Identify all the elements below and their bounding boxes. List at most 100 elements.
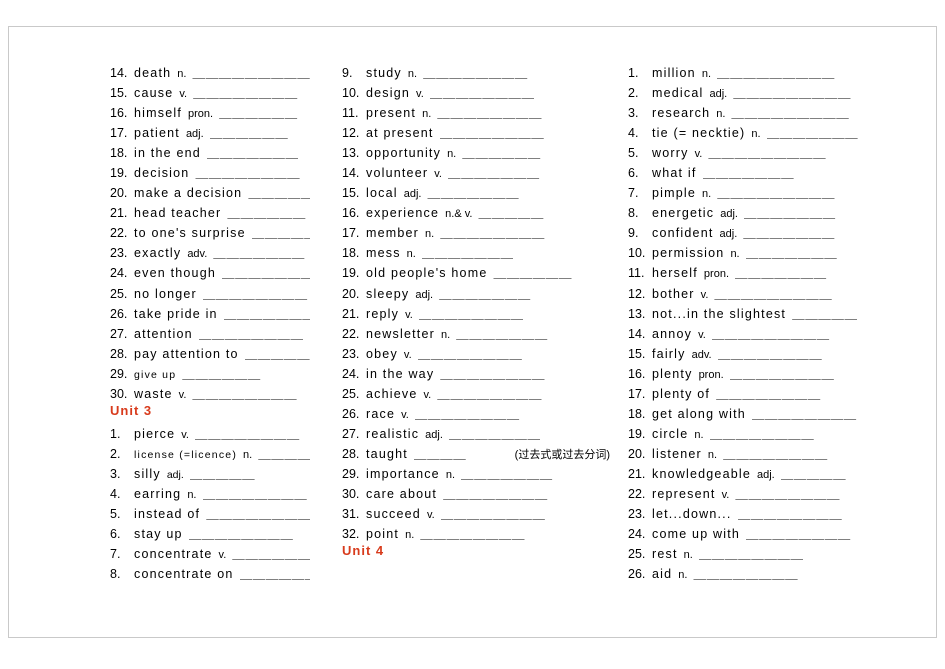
entry-word: mess [366, 246, 401, 261]
entry-answer-blank[interactable]: ＿＿＿＿＿＿＿ [213, 242, 310, 261]
entry-answer-blank[interactable]: ＿＿＿＿＿＿＿ [743, 222, 934, 241]
entry-part-of-speech: v. [416, 88, 424, 101]
entry-answer-blank[interactable]: ＿＿＿＿＿＿ [245, 343, 310, 362]
entry-number: 11. [342, 106, 359, 121]
entry-answer-blank[interactable]: ＿＿＿＿＿＿＿＿ [716, 383, 934, 402]
entry-number: 3. [110, 466, 121, 481]
entry-answer-blank[interactable]: ＿＿＿＿＿＿＿＿＿ [192, 62, 310, 81]
entry-number: 23. [342, 346, 360, 361]
entry-answer-blank[interactable]: ＿＿＿＿＿＿＿＿ [195, 423, 310, 442]
entry-answer-blank[interactable]: ＿＿＿＿＿＿＿ [767, 122, 934, 141]
entry-answer-blank[interactable]: ＿＿＿＿＿＿＿ [207, 142, 310, 161]
entry-answer-blank[interactable]: ＿＿＿＿＿＿＿＿＿ [717, 182, 934, 201]
entry-word: get along with [652, 406, 746, 421]
entry-answer-blank[interactable]: ＿＿＿＿＿＿＿＿ [189, 523, 310, 542]
entry-answer-blank[interactable]: ＿＿＿＿＿＿＿＿＿ [731, 102, 934, 121]
entry-answer-blank[interactable]: ＿＿＿＿＿＿＿＿＿ [708, 142, 934, 161]
vocab-entry: 15. local adj. ＿＿＿＿＿＿＿ [342, 182, 610, 202]
entry-answer-blank[interactable]: ＿＿＿＿＿＿＿ [703, 162, 934, 181]
entry-answer-blank[interactable]: ＿＿＿＿＿＿＿＿ [192, 383, 310, 402]
entry-answer-blank[interactable]: ＿＿＿＿＿＿＿＿ [699, 543, 934, 562]
entry-answer-blank[interactable]: ＿＿＿＿＿＿＿＿ [203, 283, 310, 302]
entry-answer-blank[interactable]: ＿＿＿＿＿＿＿＿ [430, 82, 610, 101]
entry-answer-blank[interactable]: ＿＿＿＿＿ [792, 303, 934, 322]
entry-part-of-speech: v. [405, 308, 413, 321]
entry-answer-blank[interactable]: ＿＿＿＿＿＿＿＿ [199, 323, 310, 342]
entry-answer-blank[interactable]: ＿＿＿＿＿＿ [227, 202, 310, 221]
entry-answer-blank[interactable]: ＿＿＿＿＿＿＿＿ [437, 383, 610, 402]
entry-answer-blank[interactable]: ＿＿＿＿＿＿ [182, 363, 310, 382]
vocab-entry: 13. opportunity n. ＿＿＿＿＿＿ [342, 142, 610, 162]
entry-answer-blank[interactable]: ＿＿＿＿＿＿＿＿ [423, 62, 610, 81]
entry-answer-blank[interactable]: ＿＿＿＿＿＿＿ [439, 283, 610, 302]
entry-answer-blank[interactable]: ＿＿＿＿＿＿＿＿ [730, 363, 934, 382]
entry-answer-blank[interactable]: ＿＿＿＿＿＿＿ [449, 423, 610, 442]
entry-answer-blank[interactable]: ＿＿＿＿＿＿＿＿ [440, 122, 610, 141]
entry-answer-blank[interactable]: ＿＿＿＿＿＿＿＿＿ [733, 82, 934, 101]
entry-answer-blank[interactable]: ＿＿＿＿＿＿＿＿ [441, 503, 610, 522]
entry-answer-blank[interactable]: ＿＿＿＿＿＿＿ [461, 463, 610, 482]
entry-answer-blank[interactable]: ＿＿＿＿＿＿ [462, 142, 610, 161]
entry-answer-blank[interactable]: ＿＿＿＿＿＿ [219, 102, 310, 121]
entry-answer-blank[interactable]: ＿＿＿＿＿＿ [493, 262, 610, 281]
vocab-entry: 9. study n. ＿＿＿＿＿＿＿＿ [342, 62, 610, 82]
entry-number: 2. [628, 86, 639, 101]
entry-answer-blank[interactable]: ＿＿＿＿ [414, 443, 515, 462]
entry-answer-blank[interactable]: ＿＿＿＿＿ [248, 182, 310, 201]
entry-answer-blank[interactable]: ＿＿＿＿＿＿＿ [422, 242, 610, 261]
entry-number: 20. [110, 186, 128, 201]
entry-answer-blank[interactable]: ＿＿＿＿＿＿＿ [448, 162, 610, 181]
entry-answer-blank[interactable]: ＿＿＿＿＿ [258, 443, 310, 462]
entry-number: 27. [342, 426, 360, 441]
entry-answer-blank[interactable]: ＿＿＿＿＿＿＿＿ [437, 102, 610, 121]
vocab-entry: 25. no longer ＿＿＿＿＿＿＿＿ [110, 283, 310, 303]
vocab-entry: 28. taught ＿＿＿＿ (过去式或过去分词) [342, 443, 610, 463]
entry-answer-blank[interactable]: ＿＿＿＿＿＿＿＿＿ [714, 283, 934, 302]
entry-answer-blank[interactable]: ＿＿＿＿＿＿＿ [735, 262, 934, 281]
entry-answer-blank[interactable]: ＿＿＿＿＿＿＿＿ [224, 303, 310, 322]
entry-answer-blank[interactable]: ＿＿＿＿＿＿＿＿＿ [717, 62, 934, 81]
entry-word: not...in the slightest [652, 306, 787, 321]
entry-answer-blank[interactable]: ＿＿＿＿＿＿＿ [744, 202, 934, 221]
entry-answer-blank[interactable]: ＿＿＿＿＿＿ [210, 122, 310, 141]
entry-part-of-speech: n.& v. [445, 208, 473, 221]
entry-answer-blank[interactable]: ＿＿＿＿＿＿＿＿ [415, 403, 610, 422]
entry-answer-blank[interactable]: ＿＿＿＿＿＿＿＿ [718, 343, 934, 362]
vocab-entry: 7. concentrate v. ＿＿＿＿＿＿ [110, 543, 310, 563]
entry-answer-blank[interactable]: ＿＿＿＿＿＿＿＿ [193, 82, 310, 101]
entry-answer-blank[interactable]: ＿＿＿＿＿＿＿＿ [710, 423, 934, 442]
entry-answer-blank[interactable]: ＿＿＿＿＿＿＿＿ [443, 483, 610, 502]
entry-word: to one's surprise [134, 226, 246, 241]
entry-answer-blank[interactable]: ＿＿＿＿＿＿ [232, 543, 310, 562]
entry-answer-blank[interactable]: ＿＿＿＿＿＿＿＿ [440, 363, 610, 382]
entry-answer-blank[interactable]: ＿＿＿＿＿＿＿＿ [222, 262, 310, 281]
entry-number: 30. [342, 486, 360, 501]
entry-answer-blank[interactable]: ＿＿＿＿＿＿＿＿ [203, 483, 311, 502]
entry-word: at present [366, 126, 434, 141]
entry-answer-blank[interactable]: ＿＿＿＿＿ [781, 463, 934, 482]
entry-answer-blank[interactable]: ＿＿＿＿＿＿＿＿ [735, 483, 934, 502]
entry-answer-blank[interactable]: ＿＿＿＿＿＿＿＿ [419, 303, 610, 322]
entry-answer-blank[interactable]: ＿＿＿＿＿＿＿＿ [206, 503, 310, 522]
entry-answer-blank[interactable]: ＿＿＿＿＿＿＿ [456, 323, 610, 342]
vocab-entry: 1. pierce v. ＿＿＿＿＿＿＿＿ [110, 423, 310, 443]
entry-word: confident [652, 226, 714, 241]
entry-answer-blank[interactable]: ＿＿＿＿＿＿＿＿ [752, 403, 934, 422]
entry-answer-blank[interactable]: ＿＿＿＿＿＿＿＿ [440, 222, 610, 241]
entry-answer-blank[interactable]: ＿＿＿＿＿ [478, 202, 610, 221]
entry-answer-blank[interactable]: ＿＿＿＿＿＿＿＿ [420, 523, 610, 542]
entry-answer-blank[interactable]: ＿＿＿＿＿＿＿＿ [746, 523, 934, 542]
entry-answer-blank[interactable]: ＿＿＿＿＿＿＿＿ [240, 563, 311, 582]
vocab-entry: 4. tie (= necktie) n. ＿＿＿＿＿＿＿ [628, 122, 934, 142]
entry-answer-blank[interactable]: ＿＿＿＿＿＿＿＿ [693, 563, 934, 582]
entry-answer-blank[interactable]: ＿＿＿＿＿＿＿ [427, 182, 610, 201]
entry-answer-blank[interactable]: ＿＿＿＿＿＿＿＿ [738, 503, 934, 522]
entry-answer-blank[interactable]: ＿＿＿＿＿＿＿＿ [723, 443, 934, 462]
entry-answer-blank[interactable]: ＿＿＿＿＿＿＿＿＿ [712, 323, 934, 342]
entry-answer-blank[interactable]: ＿＿＿＿＿ [190, 463, 310, 482]
entry-answer-blank[interactable]: ＿＿＿＿＿＿＿ [746, 242, 934, 261]
entry-answer-blank[interactable]: ＿＿＿＿＿＿＿＿ [195, 162, 310, 181]
entry-number: 22. [110, 226, 128, 241]
entry-answer-blank[interactable]: ＿＿＿＿＿＿＿＿ [418, 343, 610, 362]
entry-answer-blank[interactable]: ＿＿＿＿＿＿ [252, 222, 310, 241]
